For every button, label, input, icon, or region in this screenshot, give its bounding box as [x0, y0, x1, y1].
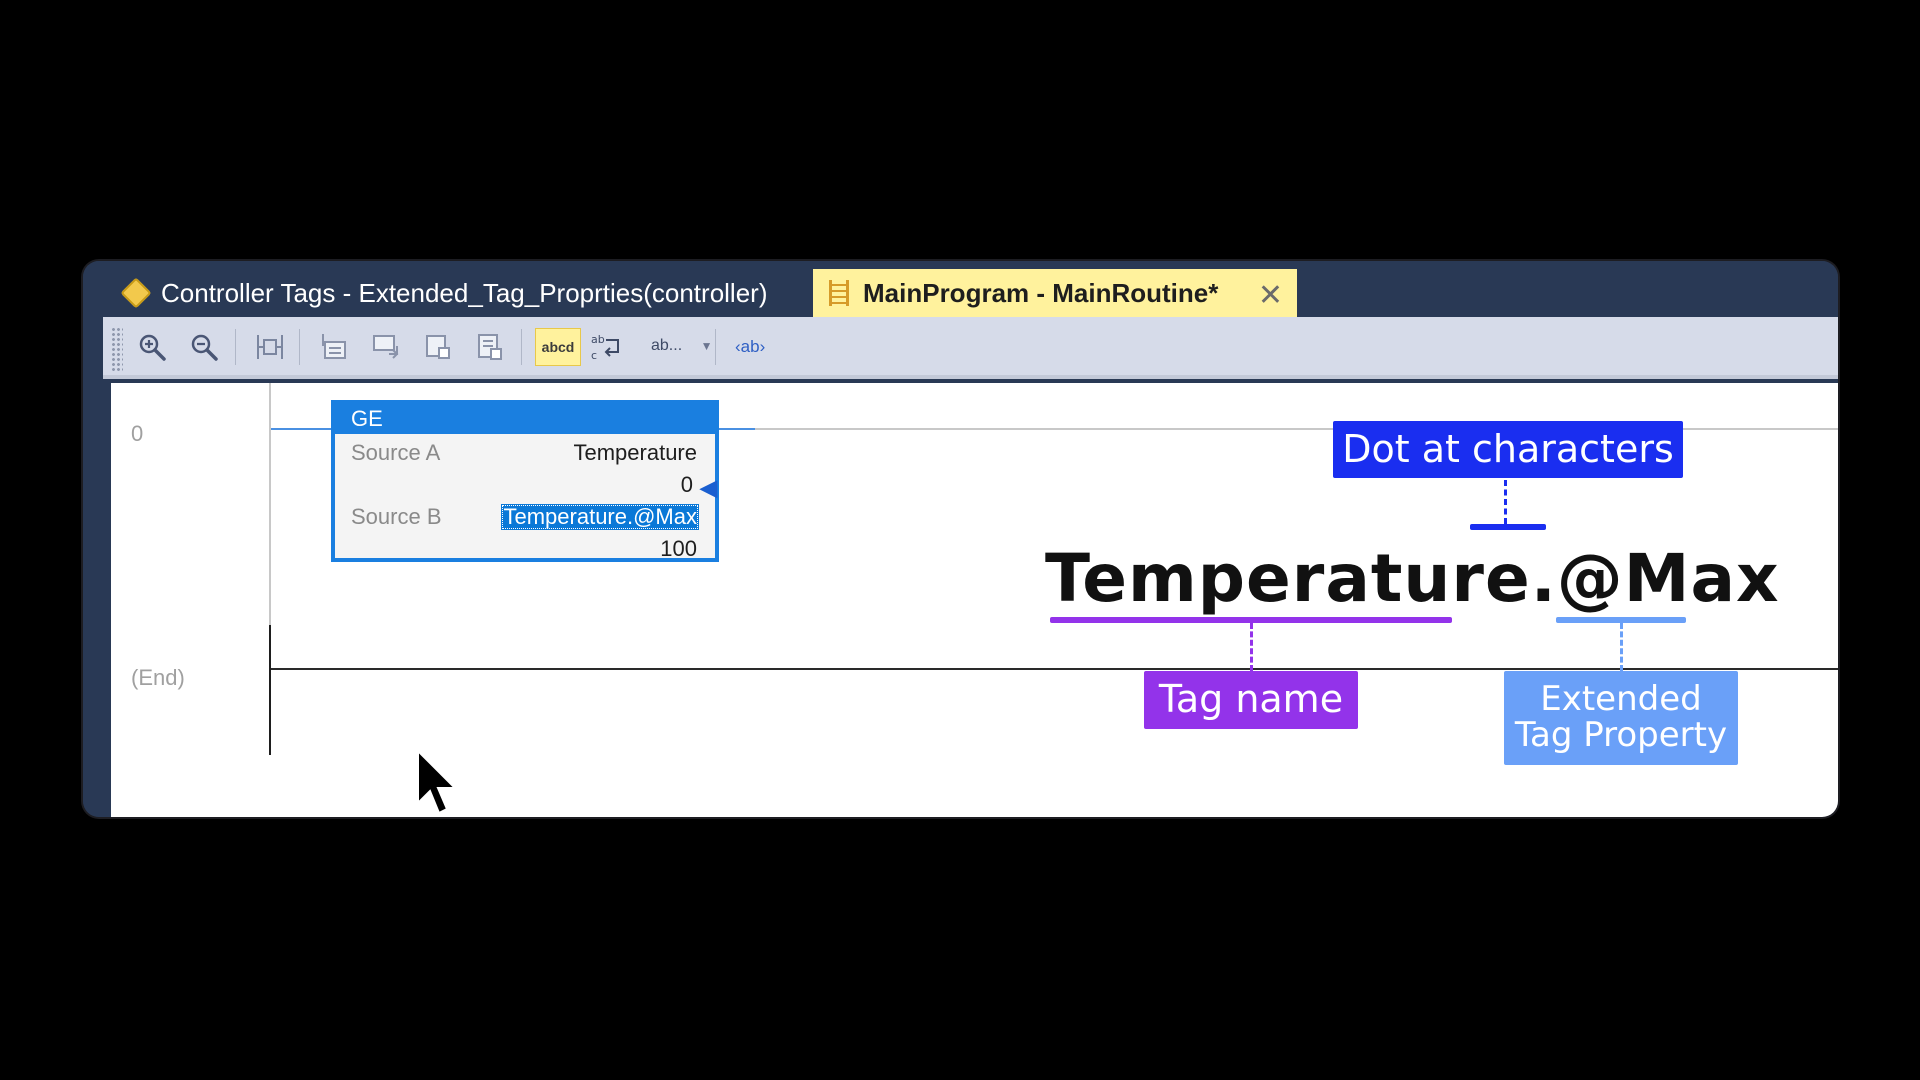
copy-rung-button[interactable]	[419, 328, 457, 366]
dot-marker	[1470, 524, 1546, 530]
left-dock-strip	[83, 317, 103, 817]
rung-wire-right-selected	[719, 428, 755, 430]
tag-name-callout-text: Tag name	[1158, 677, 1344, 722]
end-rung-label: (End)	[131, 665, 185, 690]
rung-properties-icon	[478, 334, 502, 360]
tag-name-connector	[1250, 623, 1253, 671]
chevron-down-icon: ▼	[700, 339, 713, 353]
source-a-operand[interactable]: Temperature	[573, 440, 697, 466]
tab-controller-tags[interactable]: Controller Tags - Extended_Tag_Proprties…	[115, 269, 767, 317]
tab-label: MainProgram - MainRoutine*	[863, 277, 1219, 308]
ab-tag-icon: ‹ab›	[735, 337, 766, 356]
copy-rung-icon	[426, 335, 450, 359]
tag-name-callout: Tag name	[1144, 671, 1358, 729]
annotated-tag-text: Temperature.@Max	[1045, 540, 1780, 617]
ladder-icon	[829, 280, 849, 306]
ladder-toolbar: abcd ab c ab... ▼ ‹ab›	[103, 317, 1838, 379]
left-power-rail	[269, 625, 271, 755]
move-rung-button[interactable]	[367, 328, 405, 366]
source-a-value: 0	[680, 472, 693, 497]
source-b-label: Source B	[351, 504, 442, 529]
value-arrow-icon: ◀	[700, 475, 717, 500]
dot-callout-text: Dot at characters	[1342, 426, 1674, 471]
zoom-out-button[interactable]	[185, 328, 223, 366]
source-a-label: Source A	[351, 440, 441, 465]
insert-rung-button[interactable]	[315, 328, 353, 366]
ab-dropdown-label: ab...	[651, 337, 683, 354]
end-rung-wire	[271, 668, 1838, 670]
rung-gutter-line	[269, 383, 271, 625]
close-icon[interactable]: ✕	[1258, 278, 1283, 313]
show-tag-description-toggle[interactable]: abcd	[535, 328, 581, 366]
rung-structure-button[interactable]	[251, 328, 289, 366]
rung-number: 0	[131, 421, 144, 446]
rung-properties-button[interactable]	[471, 328, 509, 366]
toolbar-separator	[715, 329, 716, 365]
toolbar-separator	[235, 329, 236, 365]
rung-wire-left	[271, 428, 331, 430]
move-rung-icon	[373, 335, 399, 359]
toolbar-separator	[299, 329, 300, 365]
extended-callout-line2: Tag Property	[1514, 715, 1728, 755]
tab-label: Controller Tags - Extended_Tag_Proprties…	[161, 277, 768, 308]
document-tab-bar: Controller Tags - Extended_Tag_Proprties…	[83, 261, 1838, 317]
extended-property-callout: Extended Tag Property	[1504, 671, 1738, 765]
dot-callout: Dot at characters	[1333, 421, 1683, 478]
replace-icon: ab c	[591, 333, 619, 362]
zoom-in-icon	[139, 334, 166, 361]
ge-instruction-block[interactable]: GE Source A Temperature 0 ◀ Source B Tem…	[331, 400, 719, 562]
instruction-mnemonic: GE	[335, 404, 715, 434]
svg-text:c: c	[591, 349, 597, 362]
abcd-icon: abcd	[541, 339, 575, 355]
zoom-out-icon	[191, 334, 218, 361]
mouse-pointer-icon	[417, 749, 458, 815]
insert-rung-icon	[322, 334, 346, 359]
zoom-in-button[interactable]	[133, 328, 171, 366]
source-b-value: 100	[660, 536, 697, 561]
tag-icon	[120, 277, 152, 309]
toolbar-grip-handle[interactable]	[111, 327, 123, 371]
replace-button[interactable]: ab c	[587, 328, 625, 366]
ab-dropdown[interactable]: ab... ▼	[651, 337, 712, 355]
extended-callout-line1: Extended	[1540, 679, 1702, 720]
source-b-operand[interactable]: Temperature.@Max	[501, 504, 699, 530]
rung-structure-icon	[257, 335, 283, 359]
dot-callout-connector	[1504, 480, 1507, 524]
svg-text:ab: ab	[591, 333, 605, 346]
tag-syntax-button[interactable]: ‹ab›	[735, 337, 765, 357]
toolbar-separator	[521, 329, 522, 365]
tab-main-routine[interactable]: MainProgram - MainRoutine* ✕	[813, 269, 1297, 317]
extended-property-connector	[1620, 623, 1623, 671]
